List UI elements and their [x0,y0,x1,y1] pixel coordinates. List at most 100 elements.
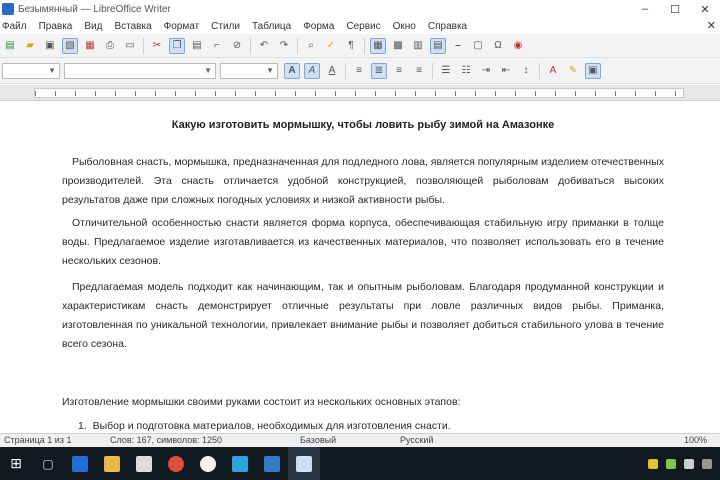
pdf-icon[interactable]: ▦ [82,38,98,54]
ruler-tick [275,91,276,96]
underline-icon[interactable]: A [324,63,340,79]
outdent-icon[interactable]: ⇤ [498,63,514,79]
menu-edit[interactable]: Правка [39,21,73,32]
standard-toolbar: ▤ ▰ ▣ ▧ ▦ ⎙ ▭ ✂ ❐ ▤ ⌐ ⊘ ↶ ↷ ⌕ ✓ ¶ ▦ ▩ ▥ … [0,34,720,58]
volume-icon[interactable] [684,458,694,469]
maximize-icon[interactable]: ☐ [660,0,690,18]
insert-hyperlink-icon[interactable]: ◉ [510,38,526,54]
close-icon[interactable]: ✕ [690,0,720,18]
align-justify-icon[interactable]: ≣ [371,62,387,79]
insert-special-char-icon[interactable]: Ω [490,38,506,54]
explorer-icon[interactable] [96,447,128,480]
undo-icon[interactable]: ↶ [256,38,272,54]
window-controls: – ☐ ✕ [630,0,720,18]
numbered-list-icon[interactable]: ☷ [458,63,474,79]
background-color-icon[interactable]: ▣ [585,62,601,79]
language[interactable]: Русский [400,435,433,445]
clone-formatting-icon[interactable]: ⌐ [209,38,225,54]
menu-format[interactable]: Формат [164,21,200,32]
ruler-tick [375,91,376,96]
align-left-icon[interactable]: ≡ [351,63,367,79]
indent-icon[interactable]: ⇥ [478,63,494,79]
spelling-icon[interactable]: ✓ [323,38,339,54]
align-right-icon[interactable]: ≡ [411,63,427,79]
bold-icon[interactable]: A [284,62,300,79]
menu-insert[interactable]: Вставка [114,21,151,32]
menu-tools[interactable]: Сервис [346,21,380,32]
ruler-tick [655,91,656,96]
print-preview-icon[interactable]: ▭ [122,38,138,54]
align-center-icon[interactable]: ≡ [391,63,407,79]
save-icon[interactable]: ▣ [42,38,58,54]
document-icon[interactable] [288,447,320,480]
print-icon[interactable]: ⎙ [102,38,118,54]
toolbar-separator [364,37,365,54]
font-color-icon[interactable]: A [545,63,561,79]
clear-formatting-icon[interactable]: ⊘ [229,38,245,54]
ruler-tick [415,91,416,96]
ruler-tick [95,91,96,96]
writer-icon[interactable] [256,447,288,480]
yandex-icon[interactable] [192,447,224,480]
menu-form[interactable]: Форма [303,21,334,32]
status-bar: Страница 1 из 1 Слов: 167, символов: 125… [0,433,720,447]
close-document-icon[interactable]: ✕ [707,19,716,32]
new-document-icon[interactable]: ▤ [2,38,18,54]
paragraph-3: Предлагаемая модель подходит как начинаю… [62,281,664,350]
ruler-tick [475,91,476,96]
font-name-select[interactable]: ▼ [64,62,216,79]
skype-icon[interactable] [224,447,256,480]
italic-icon[interactable]: A [304,62,320,79]
insert-table-icon[interactable]: ▦ [370,37,386,54]
network-icon[interactable] [666,458,676,469]
formatting-marks-icon[interactable]: ¶ [343,38,359,54]
redo-icon[interactable]: ↷ [276,38,292,54]
ruler-tick [155,91,156,96]
menu-help[interactable]: Справка [428,21,467,32]
document-area[interactable]: Какую изготовить мормышку, чтобы ловить … [0,101,720,433]
line-spacing-icon[interactable]: ↕ [518,63,534,79]
document-title: Какую изготовить мормышку, чтобы ловить … [171,119,555,131]
bullet-list-icon[interactable]: ☰ [438,63,454,79]
ruler-strip [34,88,684,98]
menu-styles[interactable]: Стили [211,21,240,32]
insert-image-icon[interactable]: ▩ [390,38,406,54]
insert-page-break-icon[interactable]: ⎯ [450,38,466,54]
paragraph-style-select[interactable]: ▼ [2,62,60,79]
font-size-select[interactable]: ▼ [220,62,278,79]
zoom-level[interactable]: 100% [684,435,707,445]
insert-textbox-icon[interactable]: ▤ [430,37,446,54]
highlight-icon[interactable]: ✎ [565,63,581,79]
copy-icon[interactable]: ❐ [169,37,185,54]
menu-window[interactable]: Окно [393,21,416,32]
ruler-tick [535,91,536,96]
ruler-tick [135,91,136,96]
menu-table[interactable]: Таблица [252,21,291,32]
document-page[interactable]: Какую изготовить мормышку, чтобы ловить … [48,101,678,433]
open-icon[interactable]: ▰ [22,38,38,54]
insert-chart-icon[interactable]: ▥ [410,38,426,54]
minimize-icon[interactable]: – [630,0,660,18]
menu-file[interactable]: Файл [2,21,27,32]
start-icon[interactable]: ⊞ [0,447,32,480]
ruler-tick [515,91,516,96]
edge-icon[interactable] [64,447,96,480]
writer-app-icon [2,3,14,15]
ruler-tick [315,91,316,96]
paste-icon[interactable]: ▤ [189,38,205,54]
chrome-icon[interactable] [160,447,192,480]
language-icon[interactable] [702,458,712,469]
formatting-toolbar: ▼ ▼ ▼ A A A ≡ ≣ ≡ ≡ ☰ ☷ ⇥ ⇤ ↕ A ✎ ▣ [0,58,720,84]
ruler-tick [255,91,256,96]
chevron-down-icon: ▼ [48,66,56,75]
export-pdf-icon[interactable]: ▧ [62,37,78,54]
horizontal-ruler[interactable] [0,85,720,101]
store-icon[interactable] [128,447,160,480]
find-replace-icon[interactable]: ⌕ [303,38,319,54]
insert-field-icon[interactable]: ▢ [470,38,486,54]
menu-view[interactable]: Вид [84,21,102,32]
search-icon[interactable]: ▢ [32,447,64,480]
taskbar: ⊞ ▢ [0,447,720,480]
cut-icon[interactable]: ✂ [149,38,165,54]
notification-icon[interactable] [648,458,658,469]
